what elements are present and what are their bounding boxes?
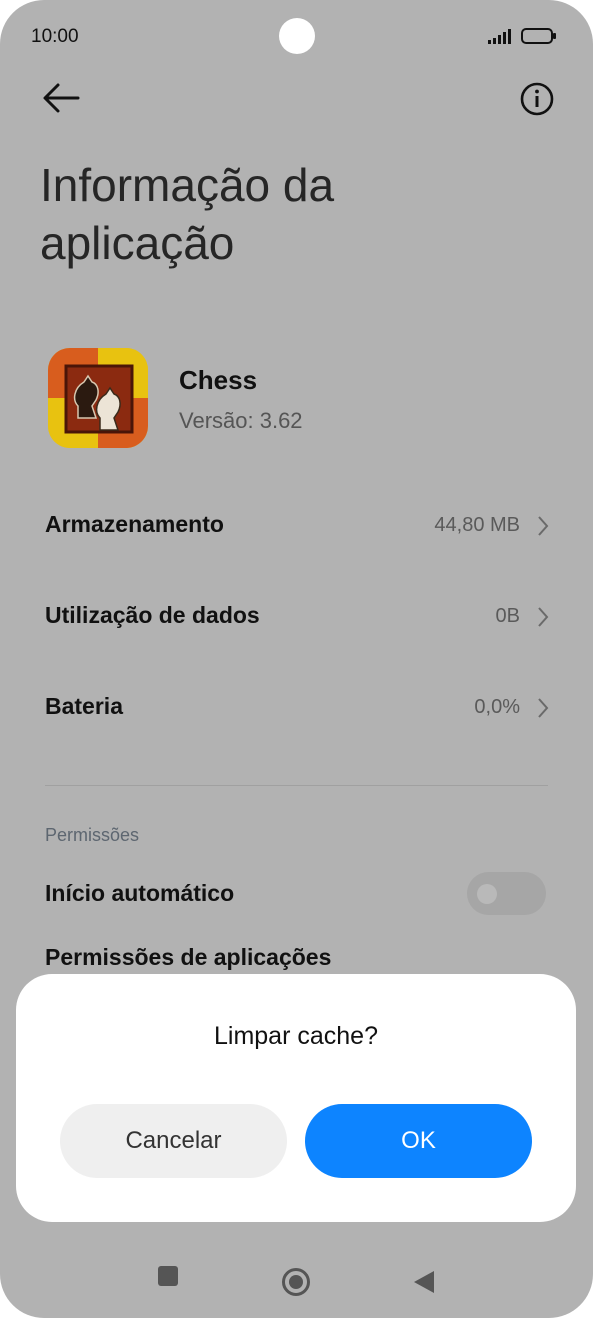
status-time: 10:00: [31, 26, 79, 47]
storage-label: Armazenamento: [45, 511, 224, 537]
app-version: Versão: 3.62: [179, 408, 303, 433]
data-usage-label: Utilização de dados: [45, 602, 260, 628]
autostart-toggle[interactable]: [467, 872, 546, 915]
clear-cache-dialog: Limpar cache? Cancelar OK: [16, 974, 576, 1222]
divider: [45, 785, 548, 786]
back-arrow-icon[interactable]: [40, 78, 82, 118]
chevron-right-icon: [538, 516, 549, 536]
data-usage-value: 0B: [495, 605, 520, 627]
home-circle-icon[interactable]: [281, 1267, 311, 1297]
battery-label: Bateria: [45, 693, 123, 719]
permissions-section-label: Permissões: [45, 825, 140, 845]
autostart-label: Início automático: [45, 880, 235, 906]
app-name: Chess: [179, 365, 258, 395]
signal-icon: [488, 29, 511, 44]
battery-value: 0,0%: [474, 696, 520, 718]
battery-row[interactable]: Bateria 0,0%: [45, 687, 550, 727]
storage-value: 44,80 MB: [434, 514, 520, 536]
phone-screen: 10:00 Informação da aplicação Chess Vers…: [0, 0, 593, 1318]
chevron-right-icon: [538, 698, 549, 718]
dialog-title: Limpar cache?: [214, 1022, 378, 1050]
storage-row[interactable]: Armazenamento 44,80 MB: [45, 505, 550, 545]
info-icon[interactable]: [518, 80, 556, 118]
toggle-knob: [477, 884, 497, 904]
battery-icon: [521, 28, 556, 44]
chess-app-icon: [48, 348, 148, 448]
data-usage-row[interactable]: Utilização de dados 0B: [45, 596, 550, 636]
cancel-button[interactable]: Cancelar: [60, 1104, 287, 1178]
front-camera: [279, 18, 315, 54]
app-permissions-row[interactable]: Permissões de aplicações: [45, 938, 550, 978]
app-permissions-label: Permissões de aplicações: [45, 944, 332, 970]
chevron-right-icon: [538, 607, 549, 627]
ok-button[interactable]: OK: [305, 1104, 532, 1178]
recents-square-icon[interactable]: [156, 1264, 180, 1288]
back-triangle-icon[interactable]: [412, 1269, 436, 1295]
page-title: Informação da aplicação: [40, 159, 335, 269]
